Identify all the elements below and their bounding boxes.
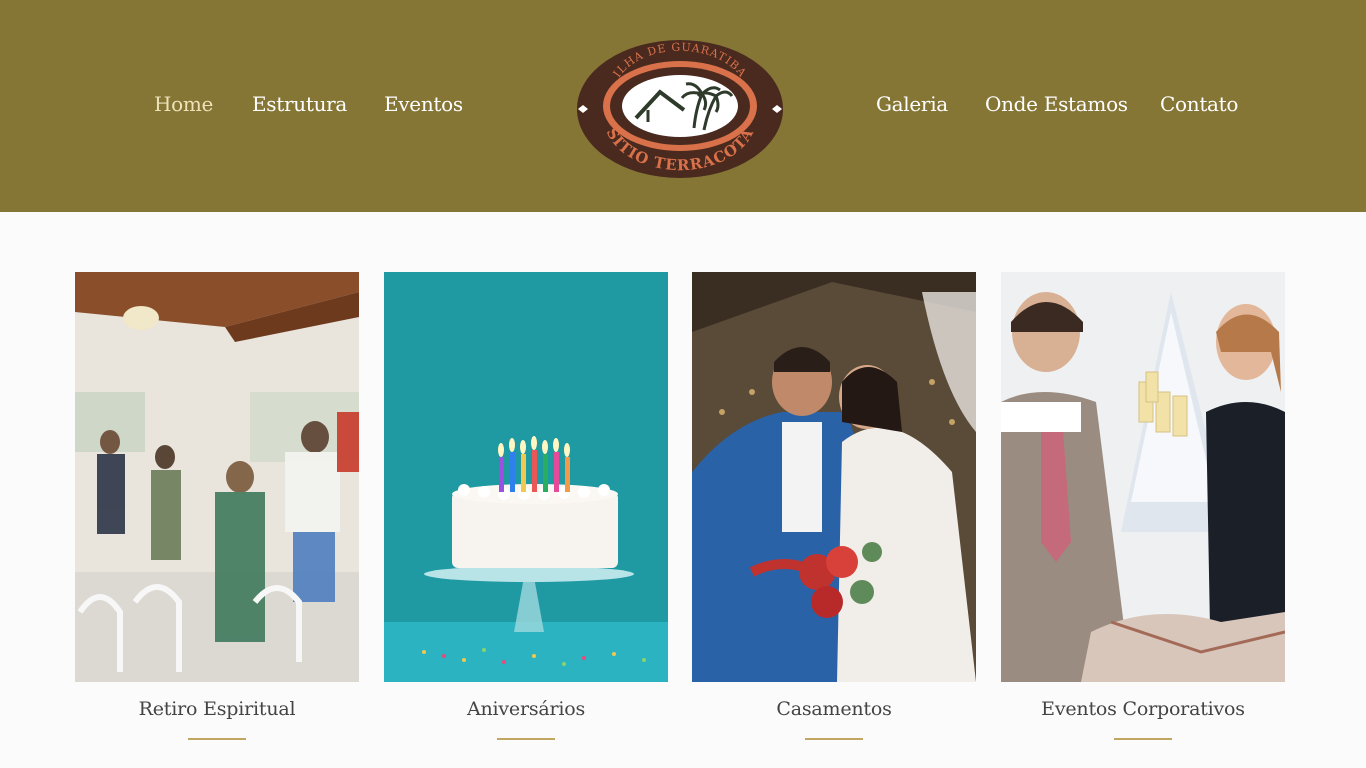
card-title-aniversarios: Aniversários xyxy=(466,698,586,720)
card-aniversarios[interactable]: Aniversários xyxy=(384,272,668,740)
site-logo[interactable]: ILHA DE GUARATIBA SÍTIO TERRACOTA xyxy=(576,38,784,180)
nav-home[interactable]: Home xyxy=(154,92,213,116)
nav-onde-estamos[interactable]: Onde Estamos xyxy=(985,92,1128,116)
card-title-corporativos: Eventos Corporativos xyxy=(1041,698,1245,720)
card-divider xyxy=(497,738,555,740)
nav-estrutura[interactable]: Estrutura xyxy=(252,92,347,116)
card-retiro-espiritual[interactable]: Retiro Espiritual xyxy=(75,272,359,740)
corporativo-photo[interactable] xyxy=(1001,272,1285,682)
retiro-photo[interactable] xyxy=(75,272,359,682)
card-title-retiro: Retiro Espiritual xyxy=(138,698,296,720)
logo-emblem: ILHA DE GUARATIBA SÍTIO TERRACOTA xyxy=(577,40,783,178)
nav-eventos[interactable]: Eventos xyxy=(384,92,463,116)
card-divider xyxy=(805,738,863,740)
card-casamentos[interactable]: Casamentos xyxy=(692,272,976,740)
card-title-casamentos: Casamentos xyxy=(776,698,892,720)
card-divider xyxy=(1114,738,1172,740)
card-divider xyxy=(188,738,246,740)
nav-contato[interactable]: Contato xyxy=(1160,92,1238,116)
casamento-photo[interactable] xyxy=(692,272,976,682)
nav-galeria[interactable]: Galeria xyxy=(876,92,948,116)
site-header: Home Estrutura Eventos ILHA DE GUARATIBA… xyxy=(0,0,1366,212)
aniversario-photo[interactable] xyxy=(384,272,668,682)
card-eventos-corporativos[interactable]: Eventos Corporativos xyxy=(1001,272,1285,740)
